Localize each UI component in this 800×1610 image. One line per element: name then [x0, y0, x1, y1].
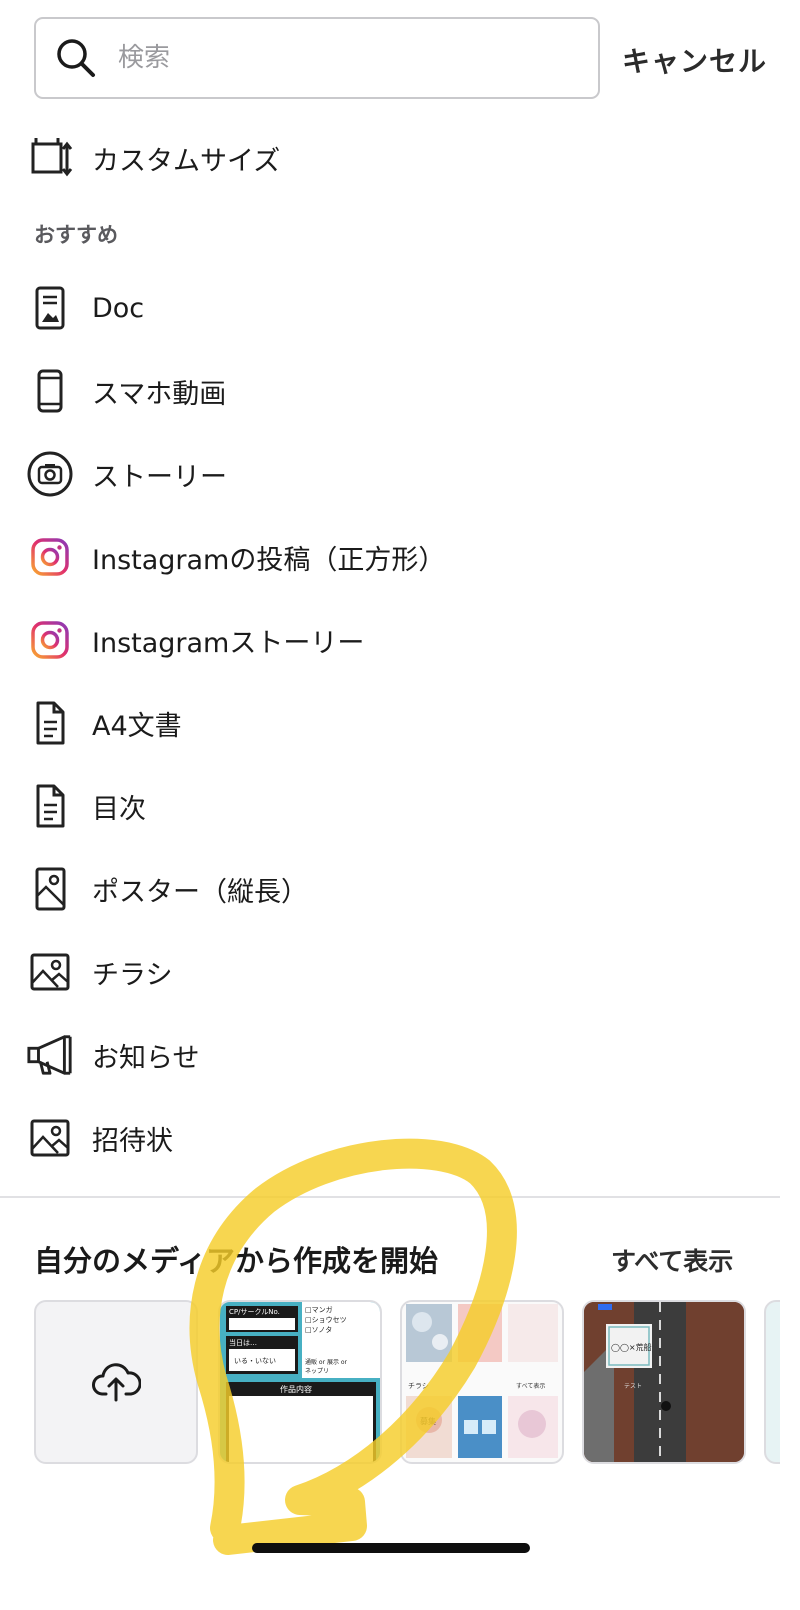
thumb-text: CP/サークルNo. [229, 1308, 280, 1316]
media-thumbnail[interactable]: ◯◯×荒船 テスト [582, 1300, 746, 1464]
image-icon [26, 948, 74, 996]
thumbnail-preview: CP/サークルNo. □マンガ □ショウセツ □ソノタ 当日は… いる・いない … [226, 1302, 380, 1462]
thumb-text: チラシ [408, 1382, 429, 1390]
phone-video-icon [26, 367, 74, 415]
thumb-text: □マンガ [305, 1305, 333, 1314]
list-item-label: Doc [92, 292, 145, 324]
upload-button[interactable] [34, 1300, 198, 1464]
list-item-announcement[interactable]: お知らせ [0, 1024, 780, 1086]
doc-icon [26, 284, 74, 332]
thumb-text: 当日は… [229, 1338, 257, 1347]
instagram-icon [26, 533, 74, 581]
list-item-flyer[interactable]: チラシ [0, 941, 780, 1003]
list-item-table-of-contents[interactable]: 目次 [0, 775, 780, 837]
list-item-label: ストーリー [92, 461, 227, 493]
list-item-phone-video[interactable]: スマホ動画 [0, 360, 780, 422]
thumb-text: すべて表示 [516, 1382, 545, 1390]
home-indicator[interactable] [252, 1543, 530, 1553]
media-thumbnail[interactable]: チラシ すべて表示 募集 [400, 1300, 564, 1464]
thumb-text: 通販 or 展示 or [305, 1358, 348, 1366]
list-item-doc[interactable]: Doc [0, 277, 780, 339]
section-title: おすすめ [34, 223, 118, 247]
thumb-text: □ショウセツ [305, 1316, 347, 1324]
megaphone-icon [26, 1031, 74, 1079]
image-icon [26, 1114, 74, 1162]
list-item-invitation[interactable]: 招待状 [0, 1107, 780, 1169]
thumb-text: ◯◯×荒船 [611, 1342, 652, 1352]
media-thumbnail[interactable]: CP/サークルNo. □マンガ □ショウセツ □ソノタ 当日は… いる・いない … [218, 1300, 382, 1464]
list-item-label: Instagramの投稿（正方形） [92, 544, 446, 576]
media-thumbnail[interactable] [764, 1300, 780, 1464]
thumbnail-preview: ◯◯×荒船 テスト [584, 1302, 744, 1462]
list-item-instagram-post[interactable]: Instagramの投稿（正方形） [0, 526, 780, 588]
thumb-text: ネップリ [305, 1368, 329, 1375]
custom-size-item[interactable]: カスタムサイズ [0, 127, 780, 189]
search-icon [57, 39, 95, 77]
thumb-text: いる・いない [234, 1357, 276, 1365]
search-input[interactable] [116, 42, 540, 74]
list-item-label: Instagramストーリー [92, 627, 365, 659]
resize-icon [26, 134, 74, 182]
list-item-label: お知らせ [92, 1042, 200, 1074]
thumbnail-preview: チラシ すべて表示 募集 [406, 1304, 558, 1458]
document-icon [26, 699, 74, 747]
thumb-text: テスト [624, 1383, 642, 1390]
cloud-upload-icon [92, 1363, 141, 1402]
thumb-text: 作品内容 [280, 1384, 312, 1394]
document-icon [26, 782, 74, 830]
media-carousel[interactable]: CP/サークルNo. □マンガ □ショウセツ □ソノタ 当日は… いる・いない … [0, 1300, 780, 1466]
search-field[interactable] [34, 17, 600, 99]
list-item-instagram-story[interactable]: Instagramストーリー [0, 609, 780, 671]
instagram-icon [26, 616, 74, 664]
camera-icon [26, 450, 74, 498]
list-item-a4-document[interactable]: A4文書 [0, 692, 780, 754]
list-item-label: 目次 [92, 793, 146, 825]
cancel-button[interactable]: キャンセル [622, 40, 767, 80]
thumb-text: □ソノタ [305, 1325, 332, 1334]
list-item-label: スマホ動画 [92, 378, 227, 410]
see-all-button[interactable]: すべて表示 [611, 1242, 733, 1278]
list-item-poster[interactable]: ポスター（縦長） [0, 858, 780, 920]
list-item-label: A4文書 [92, 710, 182, 742]
custom-size-label: カスタムサイズ [92, 145, 281, 177]
list-item-label: 招待状 [92, 1125, 173, 1157]
list-item-label: チラシ [92, 959, 173, 991]
thumb-text: 募集 [420, 1416, 436, 1426]
poster-icon [26, 865, 74, 913]
list-item-story[interactable]: ストーリー [0, 443, 780, 505]
list-item-label: ポスター（縦長） [92, 876, 308, 908]
sheet-title: 自分のメディアから作成を開始 [34, 1244, 438, 1278]
